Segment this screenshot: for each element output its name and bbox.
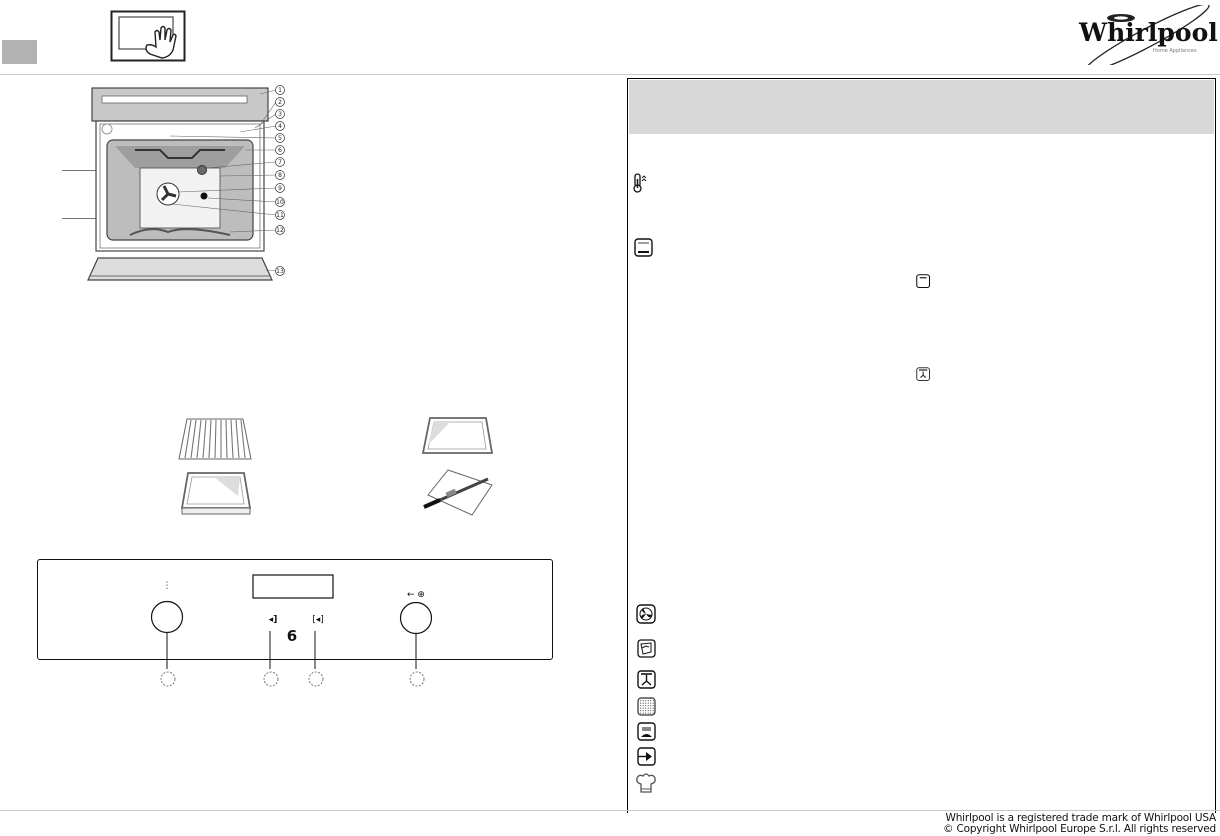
timer-set-icon xyxy=(637,747,656,766)
svg-text:7: 7 xyxy=(278,159,282,166)
oven-cavity-diagram: 1 2 3 4 5 6 7 8 9 10 11 12 13 xyxy=(87,85,285,281)
button-left-symbol: ◂] xyxy=(269,615,278,625)
temperature-timer-knob: ← ⊕ xyxy=(399,590,433,687)
svg-text:13: 13 xyxy=(276,268,284,275)
drip-pan-image xyxy=(180,472,252,515)
svg-text:5: 5 xyxy=(278,135,282,142)
right-knob-symbol: ← ⊕ xyxy=(407,590,425,600)
whirlpool-logo: Whirlpool Home Appliances xyxy=(1078,5,1218,65)
control-panel-elements: ⋮ ◂] 6 [◂] ← ⊕ xyxy=(150,574,433,687)
svg-text:3: 3 xyxy=(278,111,282,118)
svg-text:9: 9 xyxy=(278,185,282,192)
top-heat-inline-icon xyxy=(916,274,931,289)
svg-text:4: 4 xyxy=(278,123,282,130)
function-selector-knob: ⋮ xyxy=(150,581,184,687)
touch-hand-icon xyxy=(110,10,186,62)
bottom-heat-icon xyxy=(637,722,656,741)
svg-text:6: 6 xyxy=(278,147,282,154)
button-right: [◂] xyxy=(308,615,324,687)
pastry-icon xyxy=(637,639,656,658)
grill-fan-inline-icon xyxy=(916,367,930,381)
display-window xyxy=(252,574,334,599)
brand-tagline: Home Appliances xyxy=(1153,48,1197,54)
function-knob-symbol: ⋮ xyxy=(163,581,172,591)
svg-text:8: 8 xyxy=(278,172,282,179)
functions-table-header xyxy=(629,80,1214,134)
fast-preheat-icon xyxy=(633,173,647,193)
baking-tray-image xyxy=(421,417,494,454)
footer-divider xyxy=(0,810,1220,811)
svg-text:2: 2 xyxy=(278,99,282,106)
svg-text:11: 11 xyxy=(276,212,284,219)
svg-text:12: 12 xyxy=(276,227,284,234)
center-logo-icon: 6 xyxy=(287,627,297,645)
brand-wordmark: Whirlpool xyxy=(1078,18,1218,47)
fan-forced-icon xyxy=(636,604,656,624)
functions-table xyxy=(627,78,1216,813)
top-bottom-heat-icon xyxy=(634,238,653,257)
svg-text:10: 10 xyxy=(276,199,284,206)
svg-text:1: 1 xyxy=(278,87,282,94)
rotisserie-spit-image xyxy=(423,469,493,516)
section-tab xyxy=(2,40,37,64)
chef-hat-icon xyxy=(636,773,656,793)
button-left: ◂] xyxy=(263,615,279,687)
wire-grid-image xyxy=(178,418,252,460)
turbo-grill-icon xyxy=(637,670,656,689)
footer-copyright: © Copyright Whirlpool Europe S.r.l. All … xyxy=(943,823,1216,835)
header-divider xyxy=(0,74,1220,75)
defrost-icon xyxy=(637,697,656,716)
button-right-symbol: [◂] xyxy=(312,615,324,625)
